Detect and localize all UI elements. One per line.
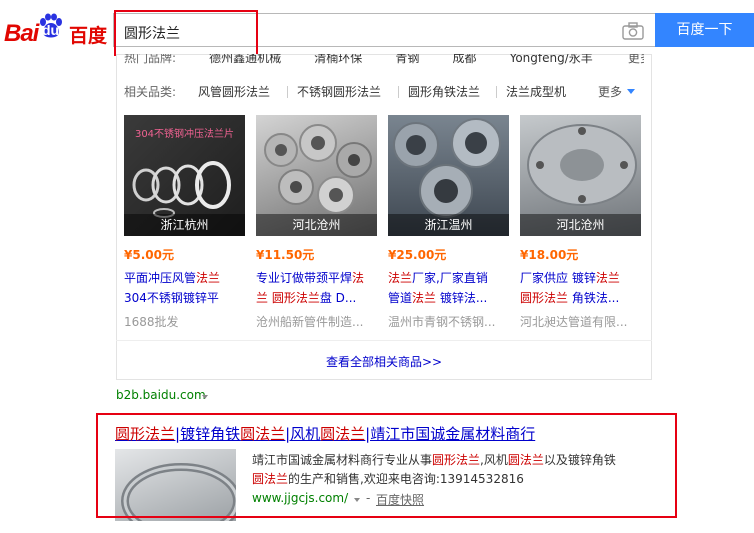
title-text: 专业订做带颈平焊 — [256, 271, 353, 285]
title-text: 厂家供应 镀锌 — [520, 271, 596, 285]
product-location: 浙江温州 — [388, 214, 509, 236]
title-keyword: 兰 — [256, 291, 269, 305]
product-image[interactable]: 304不锈钢冲压法兰片 浙江杭州 — [124, 115, 245, 236]
category-link[interactable]: 圆形角铁法兰 — [408, 83, 480, 100]
b2b-source-url: b2b.baidu.com — [116, 388, 206, 402]
brand-link[interactable]: 德州鑫通机械 — [209, 54, 281, 65]
separator — [496, 86, 497, 98]
category-link[interactable]: 法兰成型机 — [506, 83, 566, 100]
title-keyword: 法 — [352, 271, 365, 285]
title-keyword: 法兰 — [595, 271, 620, 285]
product-location: 河北沧州 — [520, 214, 641, 236]
product-location: 河北沧州 — [256, 214, 377, 236]
product-title-link[interactable]: 厂家供应 镀锌法兰 圆形法兰 角铁法... — [520, 268, 644, 308]
product-price: ¥5.00元 — [124, 248, 174, 262]
product-price: ¥25.00元 — [388, 248, 447, 262]
search-highlight-box — [114, 10, 258, 56]
brand-link[interactable]: 清楠环保 — [314, 54, 362, 65]
product-image[interactable]: 河北沧州 — [520, 115, 641, 236]
brand-row: 热门品牌: 德州鑫通机械 清楠环保 青钢 成都 Yongfeng/永丰 更多 — [124, 54, 644, 66]
category-link[interactable]: 风管圆形法兰 — [198, 83, 270, 100]
title-text: 镀锌法... — [436, 291, 488, 305]
product-seller[interactable]: 1688批发 — [124, 313, 248, 330]
product-image[interactable]: 浙江温州 — [388, 115, 509, 236]
title-keyword: 法兰 — [196, 271, 221, 285]
title-text: 管道 — [388, 291, 413, 305]
logo-text-cn: 百度 — [69, 25, 108, 47]
chevron-down-icon[interactable] — [202, 395, 208, 399]
category-link[interactable]: 不锈钢圆形法兰 — [297, 83, 381, 100]
search-button[interactable]: 百度一下 — [655, 13, 754, 47]
product-seller[interactable]: 沧州船新管件制造... — [256, 313, 380, 330]
separator — [287, 86, 288, 98]
camera-icon[interactable] — [622, 22, 644, 40]
title-text: 平面冲压风管 — [124, 271, 197, 285]
card-divider — [116, 340, 652, 341]
product-image-caption: 304不锈钢冲压法兰片 — [134, 129, 235, 140]
title-text: 角铁法... — [568, 291, 620, 305]
product-title-link[interactable]: 平面冲压风管法兰 304不锈钢镀锌平 — [124, 268, 248, 308]
product-seller[interactable]: 河北昶达管道有限... — [520, 313, 644, 330]
logo-text-du: du — [42, 22, 60, 38]
title-keyword: 圆形法兰 — [271, 291, 320, 305]
brand-link[interactable]: 青钢 — [395, 54, 419, 65]
logo-text-bai: Bai — [4, 20, 39, 47]
product-price: ¥11.50元 — [256, 248, 315, 262]
brand-more-link[interactable]: 更多 — [628, 54, 644, 65]
result-highlight-box — [96, 413, 677, 518]
brand-link[interactable]: 成都 — [452, 54, 476, 65]
product-seller[interactable]: 温州市青钢不锈钢... — [388, 313, 512, 330]
title-keyword: 圆形法兰 — [520, 291, 569, 305]
title-text: 304不锈钢镀锌平 — [124, 291, 219, 305]
title-keyword: 法兰 — [388, 271, 413, 285]
product-title-link[interactable]: 专业订做带颈平焊法 兰 圆形法兰盘 D... — [256, 268, 380, 308]
brand-row-label: 热门品牌: — [124, 54, 177, 65]
view-all-products-link[interactable]: 查看全部相关商品>> — [116, 353, 652, 370]
product-image[interactable]: 河北沧州 — [256, 115, 377, 236]
title-text: 盘 D... — [319, 291, 357, 305]
separator — [398, 86, 399, 98]
title-keyword: 法兰 — [412, 291, 437, 305]
title-text: 厂家,厂家直销 — [412, 271, 488, 285]
product-title-link[interactable]: 法兰厂家,厂家直销 管道法兰 镀锌法... — [388, 268, 512, 308]
product-location: 浙江杭州 — [124, 214, 245, 236]
product-price: ¥18.00元 — [520, 248, 579, 262]
category-more-link[interactable]: 更多 — [598, 83, 622, 100]
chevron-down-icon — [627, 89, 635, 94]
brand-link[interactable]: Yongfeng/永丰 — [510, 54, 593, 65]
category-row-label: 相关品类: — [124, 85, 177, 99]
